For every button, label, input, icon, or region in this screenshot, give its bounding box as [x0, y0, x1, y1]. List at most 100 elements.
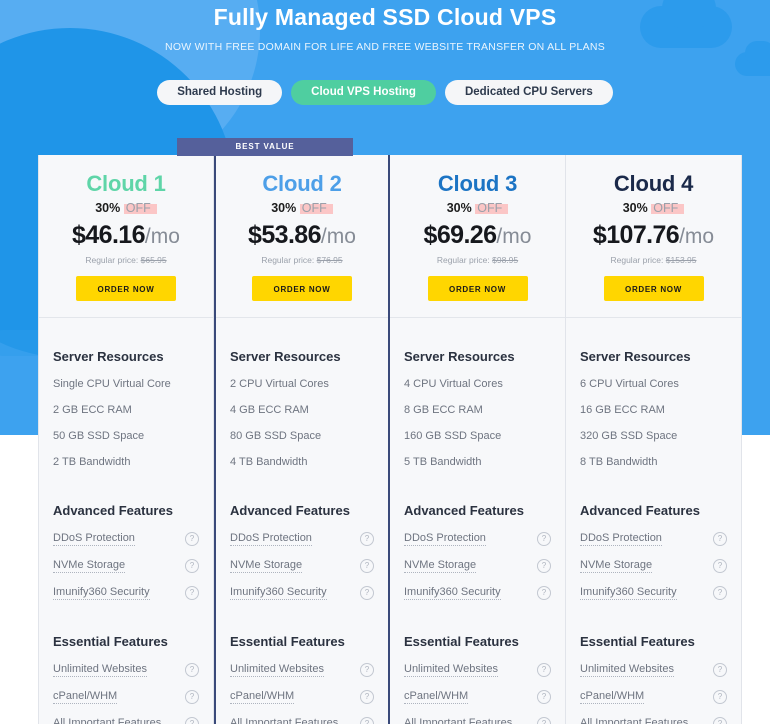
section-title-essential: Essential Features	[53, 634, 168, 649]
feature-row: Imunify360 Security?	[580, 586, 727, 600]
feature-label[interactable]: cPanel/WHM	[580, 690, 645, 704]
feature-label[interactable]: DDoS Protection	[230, 532, 312, 546]
question-mark-icon[interactable]: ?	[537, 559, 551, 573]
feature-label[interactable]: Unlimited Websites	[230, 663, 324, 677]
question-mark-icon[interactable]: ?	[185, 532, 199, 546]
regular-price-label: Regular price:	[610, 255, 664, 265]
section-title-resources: Server Resources	[580, 349, 691, 364]
plan-name: Cloud 2	[262, 171, 342, 196]
resource-item: 2 GB ECC RAM	[53, 404, 132, 416]
feature-row: Unlimited Websites?	[53, 663, 199, 677]
feature-label[interactable]: DDoS Protection	[404, 532, 486, 546]
feature-row: DDoS Protection?	[53, 532, 199, 546]
resource-item: 80 GB SSD Space	[230, 430, 322, 442]
best-value-badge: BEST VALUE	[177, 138, 353, 156]
pricing-card: Cloud 1 30% OFF $46.16/mo Regular price: $6…	[38, 155, 214, 724]
regular-price-value: $153.95	[665, 255, 697, 265]
price-period: /mo	[144, 225, 180, 248]
price-amount: $107.76	[592, 221, 680, 249]
section-title-advanced: Advanced Features	[53, 503, 173, 518]
question-mark-icon[interactable]: ?	[537, 532, 551, 546]
feature-label[interactable]: NVMe Storage	[580, 559, 653, 573]
resource-item: 2 CPU Virtual Cores	[230, 378, 329, 390]
feature-label[interactable]: NVMe Storage	[404, 559, 477, 573]
question-mark-icon[interactable]: ?	[360, 559, 374, 573]
question-mark-icon[interactable]: ?	[537, 690, 551, 704]
price-amount: $69.26	[423, 221, 497, 249]
discount-percent: 30%	[271, 201, 297, 215]
regular-price: Regular price: $65.95	[53, 255, 199, 265]
question-mark-icon[interactable]: ?	[713, 586, 727, 600]
order-now-button[interactable]: ORDER NOW	[427, 276, 528, 301]
feature-row: All Important Features?	[230, 717, 374, 724]
question-mark-icon[interactable]: ?	[713, 532, 727, 546]
tab-dedicated-cpu-servers[interactable]: Dedicated CPU Servers	[444, 80, 613, 105]
order-now-button[interactable]: ORDER NOW	[603, 276, 704, 301]
feature-row: Unlimited Websites?	[230, 663, 374, 677]
feature-label[interactable]: Unlimited Websites	[580, 663, 674, 677]
question-mark-icon[interactable]: ?	[185, 586, 199, 600]
feature-label[interactable]: Imunify360 Security	[230, 586, 327, 600]
tab-shared-hosting[interactable]: Shared Hosting	[157, 80, 283, 105]
section-title-essential: Essential Features	[230, 634, 345, 649]
question-mark-icon[interactable]: ?	[537, 663, 551, 677]
pricing-card: Cloud 4 30% OFF $107.76/mo Regular price: $…	[566, 155, 742, 724]
feature-row: Imunify360 Security?	[53, 586, 199, 600]
question-mark-icon[interactable]: ?	[537, 586, 551, 600]
price-period: /mo	[679, 225, 715, 248]
question-mark-icon[interactable]: ?	[713, 663, 727, 677]
order-now-button[interactable]: ORDER NOW	[76, 276, 176, 301]
question-mark-icon[interactable]: ?	[185, 559, 199, 573]
question-mark-icon[interactable]: ?	[537, 717, 551, 724]
feature-label[interactable]: All Important Features	[230, 717, 338, 724]
plan-price: $107.76/mo	[580, 221, 727, 250]
regular-price-value: $98.95	[492, 255, 519, 265]
feature-row: NVMe Storage?	[230, 559, 374, 573]
question-mark-icon[interactable]: ?	[713, 559, 727, 573]
question-mark-icon[interactable]: ?	[713, 690, 727, 704]
feature-label[interactable]: NVMe Storage	[53, 559, 126, 573]
hosting-type-tabs: Shared Hosting Cloud VPS Hosting Dedicated…	[0, 80, 770, 105]
feature-label[interactable]: DDoS Protection	[580, 532, 662, 546]
question-mark-icon[interactable]: ?	[185, 717, 199, 724]
feature-label[interactable]: Imunify360 Security	[53, 586, 150, 600]
feature-row: Unlimited Websites?	[404, 663, 551, 677]
plan-price: $69.26/mo	[404, 221, 551, 250]
feature-label[interactable]: Unlimited Websites	[404, 663, 498, 677]
question-mark-icon[interactable]: ?	[360, 690, 374, 704]
tab-cloud-vps-hosting[interactable]: Cloud VPS Hosting	[291, 80, 436, 105]
resource-item: 6 CPU Virtual Cores	[580, 378, 679, 390]
order-now-button[interactable]: ORDER NOW	[252, 276, 352, 301]
feature-label[interactable]: Imunify360 Security	[404, 586, 501, 600]
feature-label[interactable]: All Important Features	[580, 717, 688, 724]
feature-label[interactable]: All Important Features	[404, 717, 512, 724]
feature-label[interactable]: cPanel/WHM	[230, 690, 295, 704]
question-mark-icon[interactable]: ?	[360, 717, 374, 724]
question-mark-icon[interactable]: ?	[360, 663, 374, 677]
page-title: Fully Managed SSD Cloud VPS	[213, 4, 557, 30]
feature-label[interactable]: All Important Features	[53, 717, 161, 724]
pricing-cards: Cloud 1 30% OFF $46.16/mo Regular price: $6…	[38, 155, 742, 724]
section-title-advanced: Advanced Features	[230, 503, 350, 518]
feature-row: cPanel/WHM?	[53, 690, 199, 704]
feature-label[interactable]: Unlimited Websites	[53, 663, 147, 677]
resource-item: 160 GB SSD Space	[404, 430, 502, 442]
feature-label[interactable]: cPanel/WHM	[404, 690, 469, 704]
page-subtitle: NOW WITH FREE DOMAIN FOR LIFE AND FREE W…	[165, 41, 605, 53]
feature-label[interactable]: Imunify360 Security	[580, 586, 677, 600]
question-mark-icon[interactable]: ?	[185, 690, 199, 704]
feature-label[interactable]: cPanel/WHM	[53, 690, 118, 704]
question-mark-icon[interactable]: ?	[185, 663, 199, 677]
question-mark-icon[interactable]: ?	[713, 717, 727, 724]
feature-row: cPanel/WHM?	[580, 690, 727, 704]
resource-item: 8 GB ECC RAM	[404, 404, 483, 416]
regular-price-label: Regular price:	[261, 255, 315, 265]
plan-price: $46.16/mo	[53, 221, 199, 250]
feature-label[interactable]: DDoS Protection	[53, 532, 135, 546]
discount-label: 30% OFF	[230, 201, 374, 215]
question-mark-icon[interactable]: ?	[360, 586, 374, 600]
question-mark-icon[interactable]: ?	[360, 532, 374, 546]
feature-row: DDoS Protection?	[580, 532, 727, 546]
feature-row: DDoS Protection?	[404, 532, 551, 546]
feature-label[interactable]: NVMe Storage	[230, 559, 303, 573]
